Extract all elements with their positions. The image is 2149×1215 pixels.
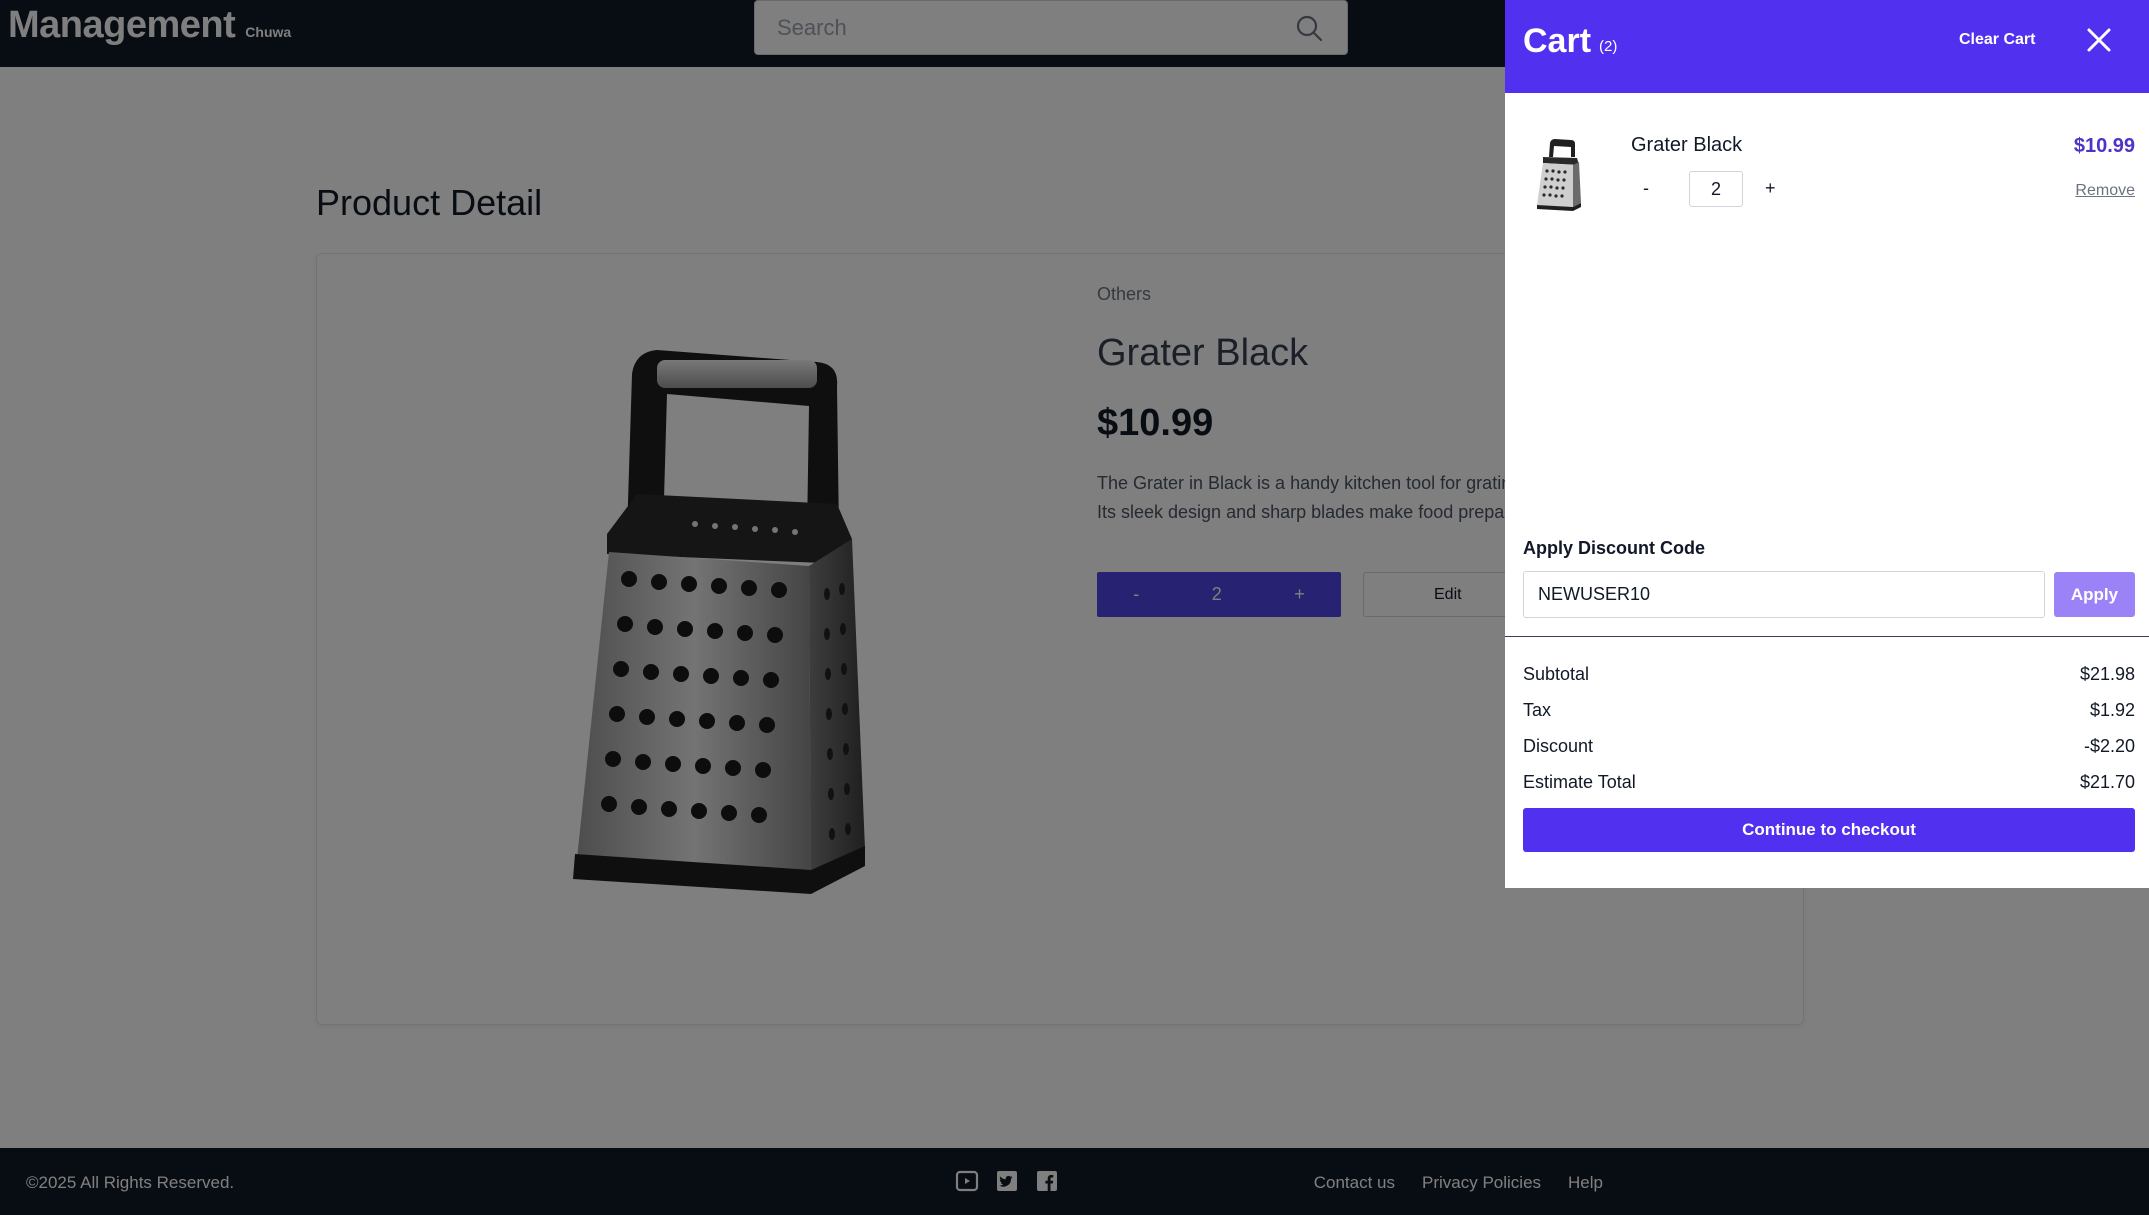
cart-header: Cart (2) Clear Cart	[1505, 0, 2149, 93]
cart-item-quantity-input[interactable]: 2	[1689, 171, 1743, 207]
summary-label: Tax	[1523, 699, 1552, 720]
cart-item-increase-button[interactable]: +	[1765, 178, 1776, 199]
summary-row-discount: Discount -$2.20	[1523, 728, 2135, 764]
summary-value: $21.70	[2079, 771, 2135, 792]
cart-item-count: (2)	[1599, 38, 1618, 55]
discount-code-input[interactable]	[1523, 571, 2045, 618]
discount-code-label: Apply Discount Code	[1523, 538, 1706, 558]
apply-discount-button[interactable]: Apply	[2054, 572, 2135, 617]
cart-drawer: Cart (2) Clear Cart Grater Black $10.99 …	[1505, 0, 2149, 888]
cart-item-thumbnail	[1537, 139, 1581, 211]
order-summary: Subtotal $21.98 Tax $1.92 Discount -$2.2…	[1523, 656, 2135, 800]
summary-row-subtotal: Subtotal $21.98	[1523, 656, 2135, 692]
summary-row-tax: Tax $1.92	[1523, 692, 2135, 728]
divider	[1505, 636, 2149, 637]
cart-item-name: Grater Black	[1631, 134, 1743, 156]
cart-title: Cart	[1523, 22, 1592, 60]
summary-label: Discount	[1523, 735, 1594, 756]
cart-item-remove-link[interactable]: Remove	[2075, 182, 2135, 200]
summary-value: -$2.20	[2083, 735, 2135, 756]
summary-label: Subtotal	[1523, 663, 1590, 684]
cart-item-decrease-button[interactable]: -	[1643, 178, 1649, 199]
checkout-button[interactable]: Continue to checkout	[1523, 808, 2135, 852]
summary-label: Estimate Total	[1523, 771, 1636, 792]
close-icon[interactable]	[2083, 24, 2115, 56]
cart-item-price: $10.99	[2073, 135, 2135, 157]
summary-row-estimate-total: Estimate Total $21.70	[1523, 764, 2135, 800]
clear-cart-button[interactable]: Clear Cart	[1959, 31, 2035, 49]
summary-value: $21.98	[2079, 663, 2135, 684]
summary-value: $1.92	[2089, 699, 2135, 720]
